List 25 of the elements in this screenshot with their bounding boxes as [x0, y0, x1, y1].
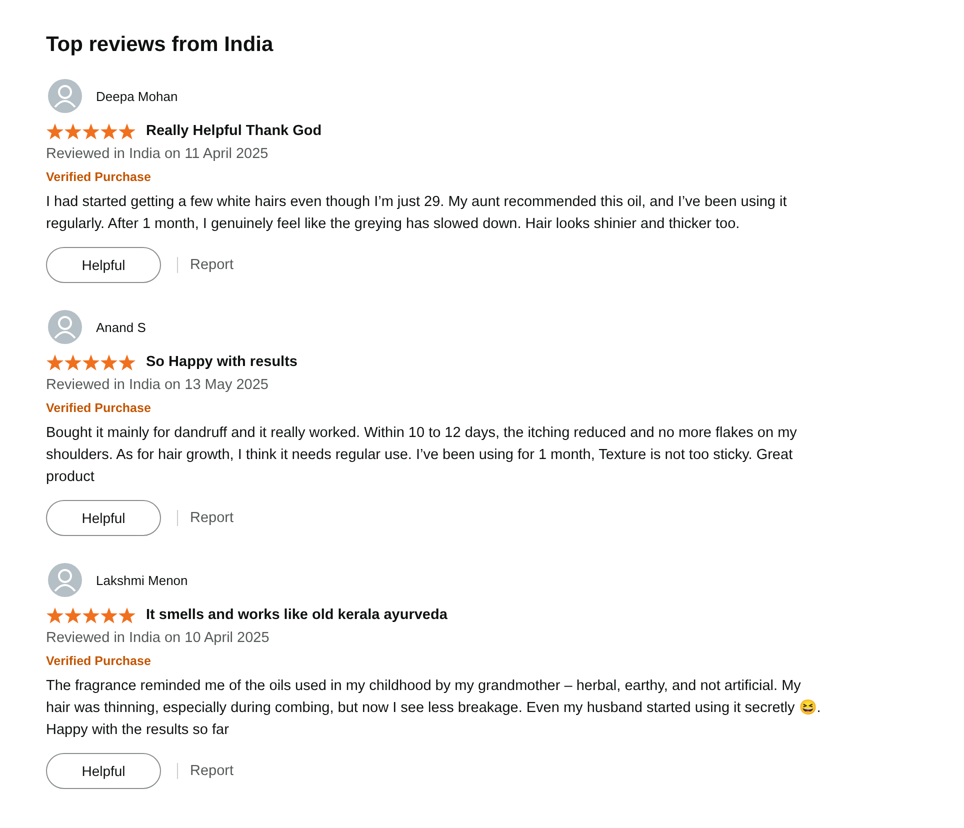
report-link[interactable]: Report [190, 257, 234, 273]
reviewer-name: Deepa Mohan [96, 88, 178, 104]
review-date: Reviewed in India on 13 May 2025 [46, 376, 270, 395]
review-text: The fragrance reminded me of the oils used in my childhood by my grandmother – herbal, earthy, and not artificial. My hair was thinning, especially during combing, but now I see less breakage. Even my husband started using it secretly 😆. Happy with the results so far [46, 677, 822, 740]
verified-label: Verified Purchase [46, 169, 152, 186]
helpful-button[interactable]: Helpful [46, 500, 161, 536]
helpful-button[interactable]: Helpful [46, 247, 161, 283]
review-title: So Happy with results [146, 354, 298, 370]
review-title: It smells and works like old kerala ayurveda [146, 607, 448, 623]
report-link[interactable]: Report [190, 763, 234, 779]
helpful-button[interactable]: Helpful [46, 753, 161, 789]
review-text: I had started getting a few white hairs even though I’m just 29. My aunt recommended this oil, and I’ve been using it regularly. After 1 month, I genuinely feel like the greying has slowed down. Hair looks shinier and thicker too. [46, 193, 788, 234]
report-link[interactable]: Report [190, 510, 234, 526]
review-text: Bought it mainly for dandruff and it really worked. Within 10 to 12 days, the itching reduced and no more flakes on my shoulders. As for hair growth, I think it needs regular use. I’ve been using for 1 month, Texture is not too sticky. Great product [46, 424, 798, 487]
avatar-icon [48, 310, 82, 344]
verified-label: Verified Purchase [46, 653, 152, 670]
avatar-icon [48, 79, 82, 113]
review-date: Reviewed in India on 10 April 2025 [46, 629, 270, 648]
review-date: Reviewed in India on 11 April 2025 [46, 145, 270, 164]
reviewer-name: Lakshmi Menon [96, 572, 188, 588]
avatar-icon [48, 563, 82, 597]
section-heading: Top reviews from India [46, 32, 274, 58]
verified-label: Verified Purchase [46, 400, 152, 417]
reviewer-name: Anand S [96, 320, 146, 334]
review-title: Really Helpful Thank God [146, 123, 322, 139]
